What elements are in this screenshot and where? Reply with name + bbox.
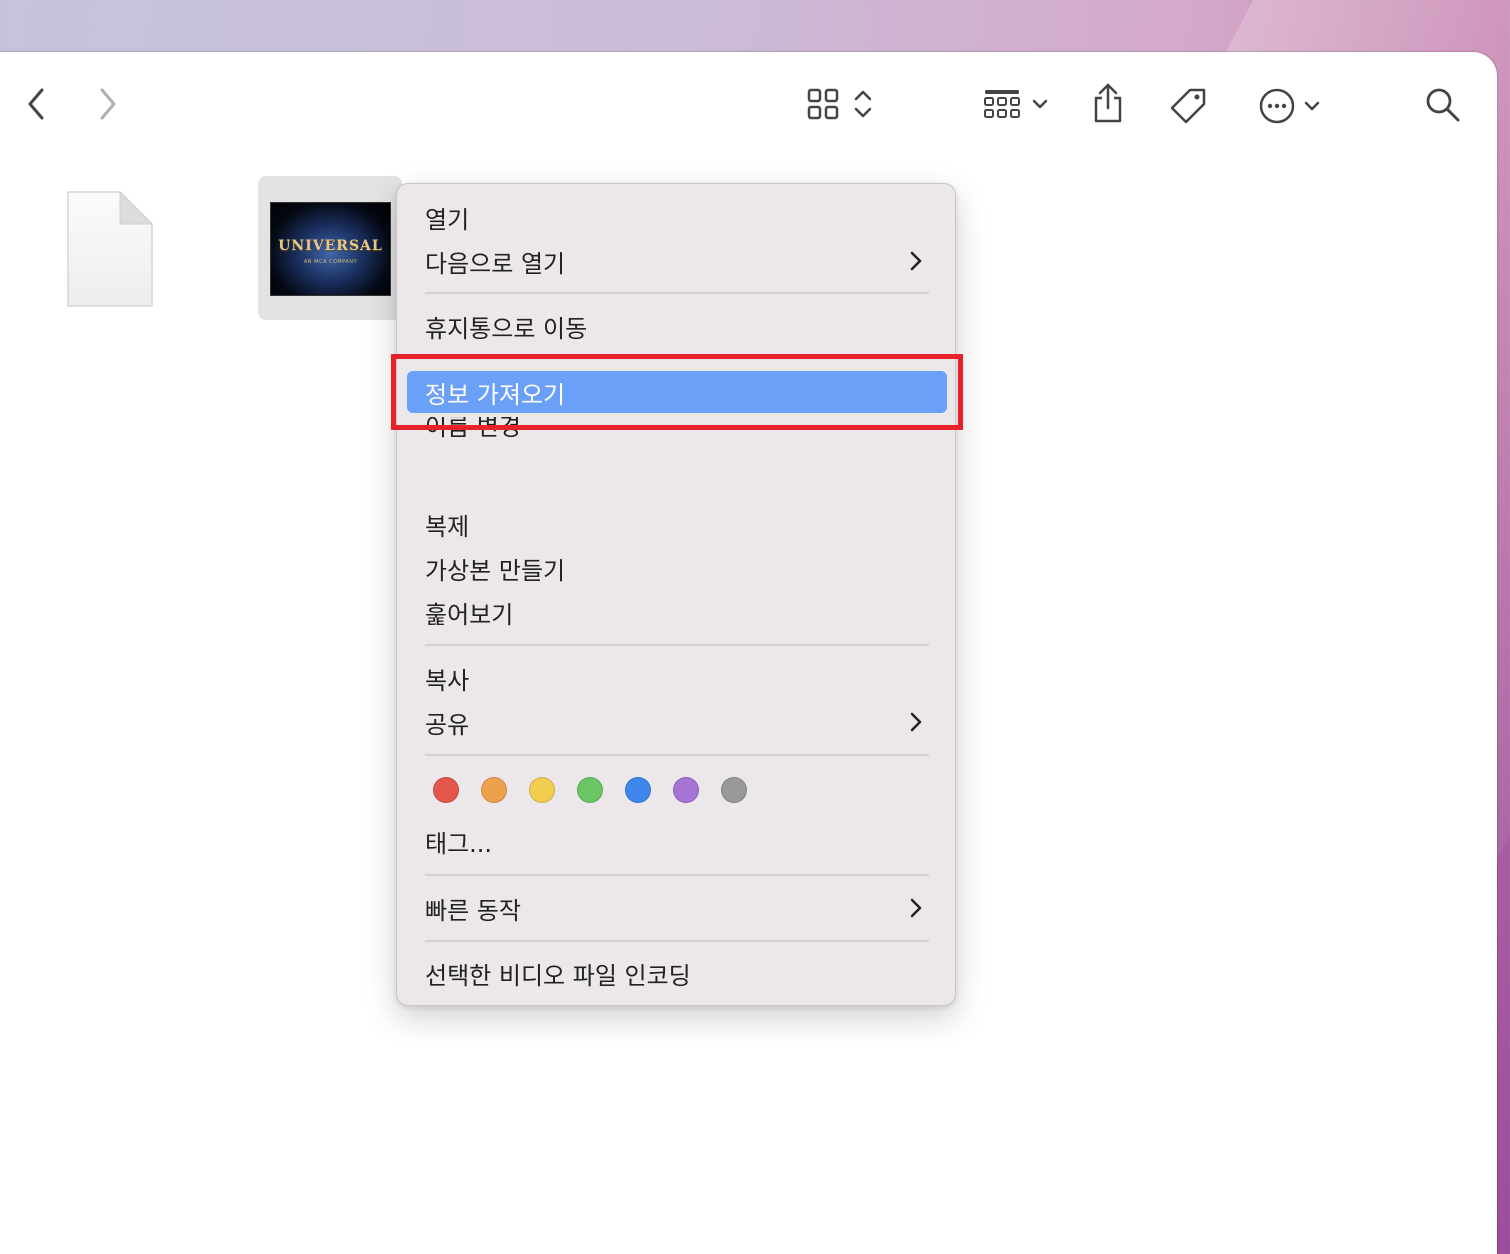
menu-separator <box>425 940 929 942</box>
menu-item-label: 가상본 만들기 <box>425 556 566 585</box>
menu-item-make-alias[interactable]: 가상본 만들기 <box>407 547 947 589</box>
chevron-left-icon <box>28 88 44 120</box>
chevron-down-icon <box>1304 101 1320 111</box>
forward-button[interactable] <box>92 84 124 124</box>
tag-color-gray[interactable] <box>721 777 747 803</box>
menu-item-label: 빠른 동작 <box>425 896 521 925</box>
tag-color-red[interactable] <box>433 777 459 803</box>
menu-separator <box>425 644 929 646</box>
tag-color-green[interactable] <box>577 777 603 803</box>
share-button[interactable] <box>1088 80 1128 126</box>
tag-icon <box>1170 88 1206 124</box>
back-button[interactable] <box>20 84 52 124</box>
blank-document-icon[interactable] <box>66 190 154 308</box>
menu-item-label: 복제 <box>425 512 470 541</box>
group-button[interactable] <box>976 84 1056 124</box>
menu-item-label: 선택한 비디오 파일 인코딩 <box>425 961 691 990</box>
share-icon <box>1094 83 1122 123</box>
chevron-right-icon <box>910 251 922 271</box>
context-menu: 열기 다음으로 열기 휴지통으로 이동 정보 가져오기 이름 변경 복제 가상본… <box>396 183 956 1006</box>
video-file-item[interactable]: UNIVERSAL AN MCA COMPANY <box>258 176 402 320</box>
menu-item-encode-video[interactable]: 선택한 비디오 파일 인코딩 <box>407 952 947 994</box>
search-icon <box>1426 88 1460 122</box>
menu-item-label: 공유 <box>425 710 470 739</box>
menu-item-move-to-trash[interactable]: 휴지통으로 이동 <box>407 305 947 347</box>
tag-button[interactable] <box>1166 84 1210 128</box>
menu-separator <box>425 874 929 876</box>
thumbnail-title: UNIVERSAL <box>278 238 383 254</box>
tag-color-blue[interactable] <box>625 777 651 803</box>
view-mode-button[interactable] <box>800 84 880 124</box>
menu-item-label: 태그... <box>425 829 493 858</box>
highlight-annotation-box <box>391 354 963 430</box>
menu-separator <box>425 754 929 756</box>
tag-color-orange[interactable] <box>481 777 507 803</box>
thumbnail-subtitle: AN MCA COMPANY <box>303 259 358 265</box>
menu-item-quick-look[interactable]: 훑어보기 <box>407 591 947 633</box>
up-down-chevron-icon <box>854 90 872 118</box>
menu-item-label: 복사 <box>425 666 470 695</box>
toolbar <box>0 52 1497 152</box>
chevron-down-icon <box>1032 99 1048 109</box>
menu-item-copy[interactable]: 복사 <box>407 657 947 699</box>
icon-grid-icon <box>807 88 839 120</box>
tag-color-purple[interactable] <box>673 777 699 803</box>
menu-item-quick-actions[interactable]: 빠른 동작 <box>407 887 947 929</box>
menu-item-open-with[interactable]: 다음으로 열기 <box>407 240 947 282</box>
menu-item-duplicate[interactable]: 복제 <box>407 503 947 545</box>
menu-item-label: 열기 <box>425 205 470 234</box>
group-grid-icon <box>984 90 1020 118</box>
more-actions-button[interactable] <box>1250 84 1330 128</box>
menu-item-label: 훑어보기 <box>425 600 514 629</box>
chevron-right-icon <box>100 88 116 120</box>
menu-item-label: 휴지통으로 이동 <box>425 314 588 343</box>
menu-item-tags[interactable]: 태그... <box>407 820 947 862</box>
video-thumbnail: UNIVERSAL AN MCA COMPANY <box>270 202 391 296</box>
menu-separator <box>425 292 929 294</box>
ellipsis-circle-icon <box>1259 88 1295 124</box>
menu-item-label: 다음으로 열기 <box>425 249 566 278</box>
search-button[interactable] <box>1422 84 1464 126</box>
chevron-right-icon <box>910 712 922 732</box>
menu-item-share[interactable]: 공유 <box>407 701 947 743</box>
tag-color-yellow[interactable] <box>529 777 555 803</box>
menu-item-open[interactable]: 열기 <box>407 196 947 238</box>
chevron-right-icon <box>910 898 922 918</box>
